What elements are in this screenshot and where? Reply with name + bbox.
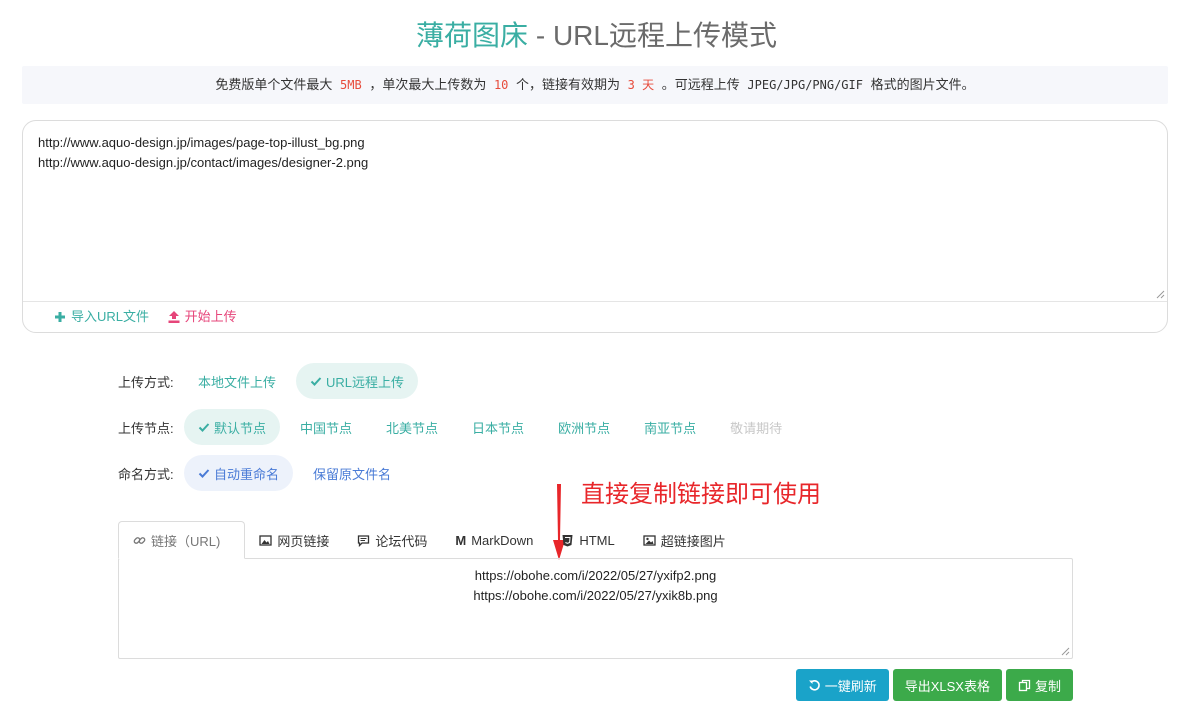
import-url-file-button[interactable]: 导入URL文件	[53, 307, 149, 327]
copy-label: 复制	[1034, 678, 1061, 694]
notice-text-4: 。可远程上传	[661, 77, 740, 92]
tab-html[interactable]: HTML	[547, 521, 628, 559]
resize-grip-icon[interactable]	[1060, 646, 1070, 656]
upload-method-row: 上传方式: 本地文件上传 URL远程上传	[118, 363, 424, 399]
refresh-button[interactable]: 一键刷新	[795, 669, 889, 701]
tab-forum-code-label: 论坛代码	[375, 533, 428, 549]
copy-icon	[1018, 679, 1031, 691]
resize-grip-icon[interactable]	[1155, 289, 1165, 299]
result-textarea[interactable]: https://obohe.com/i/2022/05/27/yxifp2.pn…	[118, 558, 1073, 659]
option-url-upload-label: URL远程上传	[326, 374, 405, 390]
naming-auto-rename[interactable]: 自动重命名	[184, 455, 294, 491]
markdown-icon: M	[455, 532, 467, 548]
result-tabs: 链接（URL) 网页链接 论坛代码 M MarkDown HTML 超链接图片	[118, 521, 740, 559]
annotation-text: 直接复制链接即可使用	[581, 481, 821, 508]
url-actions: 导入URL文件 开始上传	[53, 307, 251, 330]
tab-web-link-label: 网页链接	[277, 533, 330, 549]
node-europe[interactable]: 欧洲节点	[544, 409, 624, 445]
naming-row: 命名方式: 自动重命名 保留原文件名	[118, 455, 411, 491]
comment-icon	[358, 534, 370, 547]
naming-auto-rename-label: 自动重命名	[214, 466, 280, 482]
notice-formats: JPEG/JPG/PNG/GIF	[747, 78, 863, 92]
result-link: https://obohe.com/i/2022/05/27/yxifp2.pn…	[474, 568, 717, 583]
refresh-icon	[808, 679, 820, 691]
check-icon	[198, 423, 210, 432]
upload-node-label: 上传节点:	[118, 420, 174, 436]
option-local-upload[interactable]: 本地文件上传	[184, 363, 290, 399]
notice-text-5: 格式的图片文件。	[870, 77, 975, 92]
picture-icon	[643, 534, 656, 546]
url-line: http://www.aquo-design.jp/images/page-to…	[38, 135, 365, 150]
result-link: https://obohe.com/i/2022/05/27/yxik8b.pn…	[473, 588, 718, 603]
tab-url[interactable]: 链接（URL)	[118, 521, 246, 559]
tab-hyperlink-image-label: 超链接图片	[660, 533, 726, 549]
check-icon	[310, 377, 322, 386]
page-subtitle: URL远程上传模式	[552, 20, 777, 51]
node-japan[interactable]: 日本节点	[458, 409, 538, 445]
plus-icon	[55, 312, 65, 322]
tab-forum-code[interactable]: 论坛代码	[343, 521, 441, 559]
import-url-file-label: 导入URL文件	[71, 309, 150, 324]
naming-keep-original[interactable]: 保留原文件名	[299, 455, 405, 491]
html5-icon	[562, 534, 573, 546]
title-separator: -	[528, 20, 553, 51]
tab-markdown-label: MarkDown	[471, 532, 534, 548]
node-default-label: 默认节点	[214, 420, 267, 436]
result-actions: 一键刷新 导出XLSX表格 复制	[792, 669, 1073, 701]
node-coming-soon: 敬请期待	[730, 420, 783, 436]
refresh-label: 一键刷新	[824, 678, 877, 694]
tab-hyperlink-image[interactable]: 超链接图片	[629, 521, 740, 559]
check-icon	[198, 469, 210, 478]
notice-text-2: ，单次最大上传数为	[369, 77, 487, 92]
notice-expire: 3 天	[627, 78, 655, 92]
node-china[interactable]: 中国节点	[286, 409, 366, 445]
start-upload-button[interactable]: 开始上传	[167, 307, 237, 327]
node-south-asia[interactable]: 南亚节点	[630, 409, 710, 445]
url-input-panel: http://www.aquo-design.jp/images/page-to…	[22, 120, 1168, 333]
link-icon	[133, 536, 146, 544]
brand-name: 薄荷图床	[416, 20, 529, 51]
notice-max-size: 5MB	[340, 78, 362, 92]
naming-label: 命名方式:	[118, 466, 174, 482]
tab-markdown[interactable]: M MarkDown	[441, 521, 547, 559]
limits-notice: 免费版单个文件最大 5MB ，单次最大上传数为 10 个，链接有效期为 3 天 …	[22, 66, 1168, 104]
notice-text-3: 个，链接有效期为	[516, 77, 621, 92]
node-north-america[interactable]: 北美节点	[372, 409, 452, 445]
upload-method-label: 上传方式:	[118, 374, 174, 390]
start-upload-label: 开始上传	[184, 309, 237, 324]
url-line: http://www.aquo-design.jp/contact/images…	[38, 155, 369, 170]
image-icon	[259, 534, 272, 546]
url-textarea[interactable]: http://www.aquo-design.jp/images/page-to…	[23, 121, 1167, 302]
tab-url-label: 链接（URL)	[151, 533, 221, 549]
export-xlsx-label: 导出XLSX表格	[904, 678, 990, 694]
option-url-upload[interactable]: URL远程上传	[296, 363, 419, 399]
upload-icon	[168, 311, 180, 323]
page-title: 薄荷图床 - URL远程上传模式	[0, 18, 1193, 54]
tab-html-label: HTML	[579, 532, 615, 548]
upload-node-row: 上传节点: 默认节点 中国节点 北美节点 日本节点 欧洲节点 南亚节点 敬请期待	[118, 409, 802, 445]
notice-text-1: 免费版单个文件最大	[215, 77, 333, 92]
notice-max-count: 10	[493, 78, 509, 92]
node-default[interactable]: 默认节点	[184, 409, 281, 445]
export-xlsx-button[interactable]: 导出XLSX表格	[892, 669, 1002, 701]
copy-button[interactable]: 复制	[1005, 669, 1073, 701]
tab-web-link[interactable]: 网页链接	[245, 521, 343, 559]
